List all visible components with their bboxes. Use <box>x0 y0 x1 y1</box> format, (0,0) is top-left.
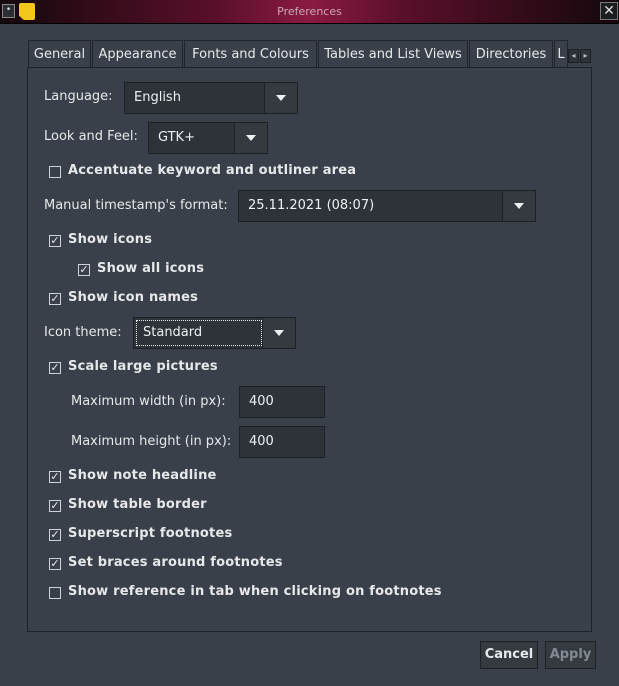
braces-footnotes-checkbox[interactable]: ✓ <box>49 558 61 570</box>
show-table-border-label: Show table border <box>68 497 207 512</box>
timestamp-format-label: Manual timestamp's format: <box>44 198 228 213</box>
tab-fonts-and-colours[interactable]: Fonts and Colours <box>184 40 317 68</box>
appearance-panel: Language: English Look and Feel: GTK+ Ac… <box>27 67 592 632</box>
tab-scroll-right-icon[interactable]: ▸ <box>580 49 591 63</box>
show-note-headline-checkbox[interactable]: ✓ <box>49 471 61 483</box>
tab-scroll-left-icon[interactable]: ◂ <box>568 49 579 63</box>
apply-button[interactable]: Apply <box>545 641 596 669</box>
timestamp-format-value: 25.11.2021 (08:07) <box>248 198 375 213</box>
show-reference-checkbox[interactable] <box>49 587 61 599</box>
superscript-footnotes-checkbox[interactable]: ✓ <box>49 529 61 541</box>
title-bar: • Preferences ✕ <box>0 0 619 24</box>
look-and-feel-label: Look and Feel: <box>44 129 138 144</box>
chevron-down-icon <box>274 330 284 336</box>
show-note-headline-label: Show note headline <box>68 468 217 483</box>
tab-overflow[interactable]: L <box>554 40 568 68</box>
tab-tables-and-list-views[interactable]: Tables and List Views <box>318 40 468 68</box>
braces-footnotes-label: Set braces around footnotes <box>68 555 283 570</box>
scale-pictures-label: Scale large pictures <box>68 359 218 374</box>
show-all-icons-label: Show all icons <box>97 261 205 276</box>
tab-appearance[interactable]: Appearance <box>92 40 183 68</box>
window-title: Preferences <box>277 5 342 18</box>
close-icon[interactable]: ✕ <box>600 2 618 20</box>
show-table-border-checkbox[interactable]: ✓ <box>49 500 61 512</box>
tab-general[interactable]: General <box>28 40 91 68</box>
language-value: English <box>134 90 181 105</box>
max-height-field[interactable]: 400 <box>239 426 325 458</box>
show-icons-label: Show icons <box>68 232 153 247</box>
max-width-label: Maximum width (in px): <box>71 394 226 409</box>
icon-theme-value: Standard <box>143 325 203 340</box>
show-all-icons-checkbox[interactable]: ✓ <box>78 264 90 276</box>
icon-theme-label: Icon theme: <box>44 325 122 340</box>
show-reference-label: Show reference in tab when clicking on f… <box>68 584 442 599</box>
show-icons-checkbox[interactable]: ✓ <box>49 235 61 247</box>
show-icon-names-checkbox[interactable]: ✓ <box>49 293 61 305</box>
scale-pictures-checkbox[interactable]: ✓ <box>49 362 61 374</box>
chevron-down-icon <box>514 203 524 209</box>
look-and-feel-value: GTK+ <box>158 130 195 145</box>
max-width-field[interactable]: 400 <box>239 386 325 418</box>
cancel-button[interactable]: Cancel <box>480 641 538 669</box>
superscript-footnotes-label: Superscript footnotes <box>68 526 233 541</box>
chevron-down-icon <box>246 135 256 141</box>
chevron-down-icon <box>276 95 286 101</box>
language-select[interactable]: English <box>124 82 298 114</box>
language-label: Language: <box>44 89 113 104</box>
icon-theme-dropdown-button[interactable] <box>262 318 295 348</box>
timestamp-format-select[interactable]: 25.11.2021 (08:07) <box>238 190 536 222</box>
accentuate-label: Accentuate keyword and outliner area <box>68 163 357 178</box>
icon-theme-select[interactable]: Standard <box>133 317 296 349</box>
show-icon-names-label: Show icon names <box>68 290 199 305</box>
tab-bar: General Appearance Fonts and Colours Tab… <box>28 40 593 68</box>
language-dropdown-button[interactable] <box>264 83 297 113</box>
max-height-label: Maximum height (in px): <box>71 434 232 449</box>
look-and-feel-select[interactable]: GTK+ <box>148 122 268 154</box>
accentuate-checkbox[interactable] <box>49 166 61 178</box>
tab-directories[interactable]: Directories <box>469 40 553 68</box>
timestamp-dropdown-button[interactable] <box>502 191 535 221</box>
look-and-feel-dropdown-button[interactable] <box>234 123 267 153</box>
